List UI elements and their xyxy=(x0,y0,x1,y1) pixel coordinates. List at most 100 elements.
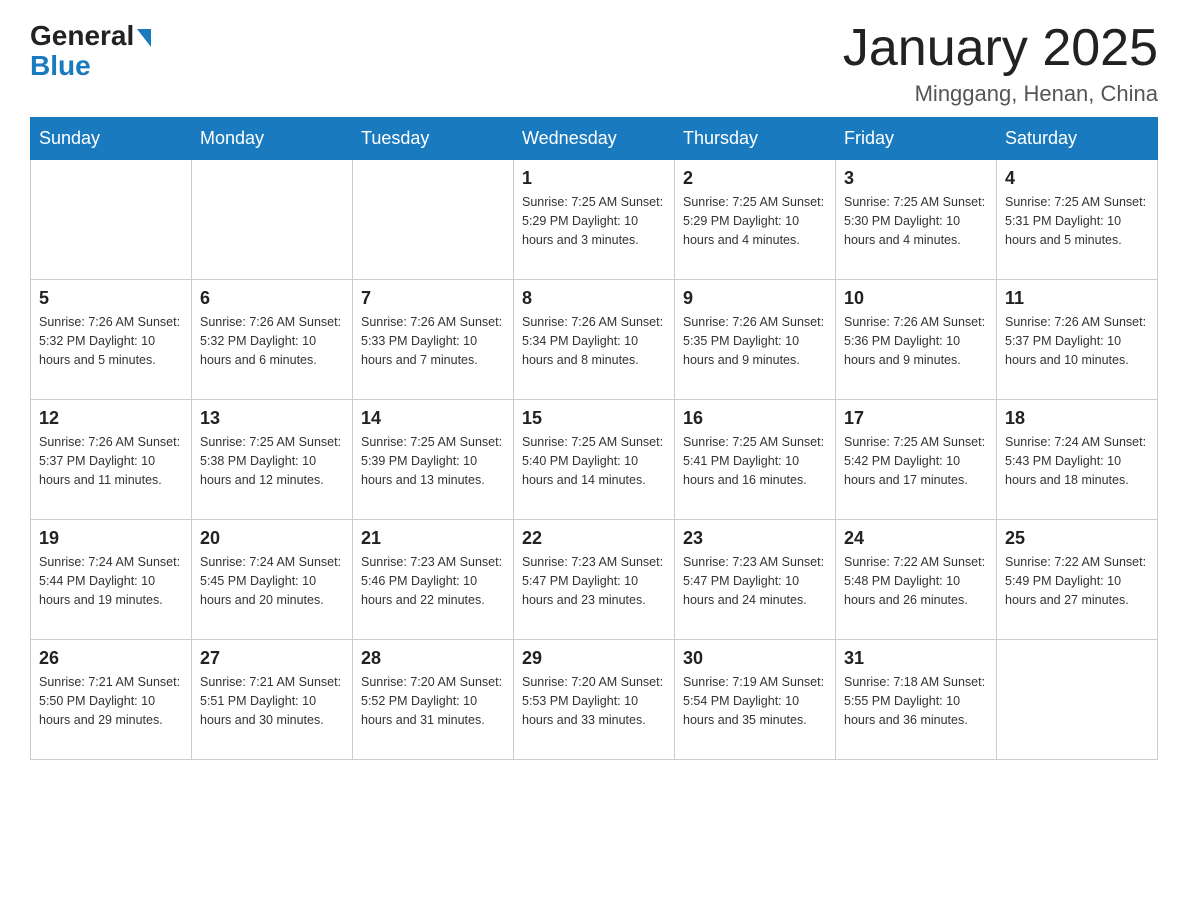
day-number: 2 xyxy=(683,168,827,189)
day-number: 24 xyxy=(844,528,988,549)
day-info: Sunrise: 7:18 AM Sunset: 5:55 PM Dayligh… xyxy=(844,673,988,729)
page-header: General Blue January 2025 Minggang, Hena… xyxy=(30,20,1158,107)
day-number: 1 xyxy=(522,168,666,189)
calendar-cell: 10Sunrise: 7:26 AM Sunset: 5:36 PM Dayli… xyxy=(836,280,997,400)
calendar-cell: 22 Sunrise: 7:23 AM Sunset: 5:47 PM Dayli… xyxy=(514,520,675,640)
calendar-header-row: SundayMondayTuesdayWednesdayThursdayFrid… xyxy=(31,118,1158,160)
logo-general-text: General xyxy=(30,20,134,52)
day-number: 5 xyxy=(39,288,183,309)
day-info: Sunrise: 7:25 AM Sunset: 5:29 PM Dayligh… xyxy=(522,193,666,249)
day-info: Sunrise: 7:25 AM Sunset: 5:39 PM Dayligh… xyxy=(361,433,505,489)
calendar-week-5: 26 Sunrise: 7:21 AM Sunset: 5:50 PM Dayli… xyxy=(31,640,1158,760)
day-number: 27 xyxy=(200,648,344,669)
calendar-week-2: 5 Sunrise: 7:26 AM Sunset: 5:32 PM Daylig… xyxy=(31,280,1158,400)
day-info: Sunrise: 7:25 AM Sunset: 5:42 PM Dayligh… xyxy=(844,433,988,489)
calendar-cell: 21 Sunrise: 7:23 AM Sunset: 5:46 PM Dayli… xyxy=(353,520,514,640)
calendar-cell: 13 Sunrise: 7:25 AM Sunset: 5:38 PM Dayli… xyxy=(192,400,353,520)
calendar-cell: 27 Sunrise: 7:21 AM Sunset: 5:51 PM Dayli… xyxy=(192,640,353,760)
day-info: Sunrise: 7:26 AM Sunset: 5:37 PM Dayligh… xyxy=(1005,313,1149,369)
calendar-subtitle: Minggang, Henan, China xyxy=(843,81,1158,107)
calendar-cell: 31 Sunrise: 7:18 AM Sunset: 5:55 PM Dayli… xyxy=(836,640,997,760)
day-info: Sunrise: 7:21 AM Sunset: 5:51 PM Dayligh… xyxy=(200,673,344,729)
day-info: Sunrise: 7:20 AM Sunset: 5:53 PM Dayligh… xyxy=(522,673,666,729)
day-number: 4 xyxy=(1005,168,1149,189)
calendar-week-4: 19Sunrise: 7:24 AM Sunset: 5:44 PM Dayli… xyxy=(31,520,1158,640)
day-info: Sunrise: 7:25 AM Sunset: 5:31 PM Dayligh… xyxy=(1005,193,1149,249)
day-number: 13 xyxy=(200,408,344,429)
calendar-cell: 26 Sunrise: 7:21 AM Sunset: 5:50 PM Dayli… xyxy=(31,640,192,760)
day-number: 6 xyxy=(200,288,344,309)
day-number: 20 xyxy=(200,528,344,549)
calendar-cell xyxy=(31,160,192,280)
calendar-cell: 30 Sunrise: 7:19 AM Sunset: 5:54 PM Dayli… xyxy=(675,640,836,760)
weekday-header-wednesday: Wednesday xyxy=(514,118,675,160)
day-info: Sunrise: 7:24 AM Sunset: 5:43 PM Dayligh… xyxy=(1005,433,1149,489)
day-info: Sunrise: 7:26 AM Sunset: 5:37 PM Dayligh… xyxy=(39,433,183,489)
calendar-cell: 19Sunrise: 7:24 AM Sunset: 5:44 PM Dayli… xyxy=(31,520,192,640)
day-info: Sunrise: 7:26 AM Sunset: 5:33 PM Dayligh… xyxy=(361,313,505,369)
day-info: Sunrise: 7:25 AM Sunset: 5:38 PM Dayligh… xyxy=(200,433,344,489)
day-number: 31 xyxy=(844,648,988,669)
day-info: Sunrise: 7:25 AM Sunset: 5:40 PM Dayligh… xyxy=(522,433,666,489)
day-number: 21 xyxy=(361,528,505,549)
calendar-cell: 24 Sunrise: 7:22 AM Sunset: 5:48 PM Dayli… xyxy=(836,520,997,640)
day-info: Sunrise: 7:23 AM Sunset: 5:47 PM Dayligh… xyxy=(683,553,827,609)
day-info: Sunrise: 7:26 AM Sunset: 5:35 PM Dayligh… xyxy=(683,313,827,369)
day-number: 19 xyxy=(39,528,183,549)
calendar-week-1: 1 Sunrise: 7:25 AM Sunset: 5:29 PM Daylig… xyxy=(31,160,1158,280)
calendar-cell: 7 Sunrise: 7:26 AM Sunset: 5:33 PM Daylig… xyxy=(353,280,514,400)
day-info: Sunrise: 7:26 AM Sunset: 5:36 PM Dayligh… xyxy=(844,313,988,369)
day-info: Sunrise: 7:23 AM Sunset: 5:47 PM Dayligh… xyxy=(522,553,666,609)
day-number: 25 xyxy=(1005,528,1149,549)
day-info: Sunrise: 7:25 AM Sunset: 5:29 PM Dayligh… xyxy=(683,193,827,249)
day-number: 7 xyxy=(361,288,505,309)
day-info: Sunrise: 7:19 AM Sunset: 5:54 PM Dayligh… xyxy=(683,673,827,729)
day-info: Sunrise: 7:23 AM Sunset: 5:46 PM Dayligh… xyxy=(361,553,505,609)
calendar-cell xyxy=(353,160,514,280)
calendar-cell: 15 Sunrise: 7:25 AM Sunset: 5:40 PM Dayli… xyxy=(514,400,675,520)
day-number: 18 xyxy=(1005,408,1149,429)
calendar-cell: 25 Sunrise: 7:22 AM Sunset: 5:49 PM Dayli… xyxy=(997,520,1158,640)
calendar-cell: 17 Sunrise: 7:25 AM Sunset: 5:42 PM Dayli… xyxy=(836,400,997,520)
calendar-cell: 6 Sunrise: 7:26 AM Sunset: 5:32 PM Daylig… xyxy=(192,280,353,400)
calendar-cell: 3Sunrise: 7:25 AM Sunset: 5:30 PM Daylig… xyxy=(836,160,997,280)
calendar-cell: 2 Sunrise: 7:25 AM Sunset: 5:29 PM Daylig… xyxy=(675,160,836,280)
calendar-cell: 8Sunrise: 7:26 AM Sunset: 5:34 PM Daylig… xyxy=(514,280,675,400)
day-number: 11 xyxy=(1005,288,1149,309)
weekday-header-thursday: Thursday xyxy=(675,118,836,160)
day-info: Sunrise: 7:21 AM Sunset: 5:50 PM Dayligh… xyxy=(39,673,183,729)
day-number: 28 xyxy=(361,648,505,669)
day-info: Sunrise: 7:22 AM Sunset: 5:48 PM Dayligh… xyxy=(844,553,988,609)
title-section: January 2025 Minggang, Henan, China xyxy=(843,20,1158,107)
day-info: Sunrise: 7:20 AM Sunset: 5:52 PM Dayligh… xyxy=(361,673,505,729)
day-info: Sunrise: 7:26 AM Sunset: 5:32 PM Dayligh… xyxy=(200,313,344,369)
weekday-header-friday: Friday xyxy=(836,118,997,160)
day-number: 30 xyxy=(683,648,827,669)
weekday-header-monday: Monday xyxy=(192,118,353,160)
logo: General Blue xyxy=(30,20,151,82)
day-info: Sunrise: 7:26 AM Sunset: 5:32 PM Dayligh… xyxy=(39,313,183,369)
day-number: 12 xyxy=(39,408,183,429)
calendar-cell: 28 Sunrise: 7:20 AM Sunset: 5:52 PM Dayli… xyxy=(353,640,514,760)
day-number: 26 xyxy=(39,648,183,669)
calendar-cell: 9 Sunrise: 7:26 AM Sunset: 5:35 PM Daylig… xyxy=(675,280,836,400)
calendar-cell: 29Sunrise: 7:20 AM Sunset: 5:53 PM Dayli… xyxy=(514,640,675,760)
day-number: 8 xyxy=(522,288,666,309)
day-info: Sunrise: 7:24 AM Sunset: 5:45 PM Dayligh… xyxy=(200,553,344,609)
weekday-header-tuesday: Tuesday xyxy=(353,118,514,160)
logo-blue-text: Blue xyxy=(30,50,91,82)
day-info: Sunrise: 7:22 AM Sunset: 5:49 PM Dayligh… xyxy=(1005,553,1149,609)
day-number: 17 xyxy=(844,408,988,429)
calendar-cell: 20 Sunrise: 7:24 AM Sunset: 5:45 PM Dayli… xyxy=(192,520,353,640)
day-number: 9 xyxy=(683,288,827,309)
calendar-cell: 4 Sunrise: 7:25 AM Sunset: 5:31 PM Daylig… xyxy=(997,160,1158,280)
calendar-cell: 14 Sunrise: 7:25 AM Sunset: 5:39 PM Dayli… xyxy=(353,400,514,520)
calendar-cell: 1 Sunrise: 7:25 AM Sunset: 5:29 PM Daylig… xyxy=(514,160,675,280)
day-number: 22 xyxy=(522,528,666,549)
logo-arrow-icon xyxy=(137,29,151,47)
calendar-title: January 2025 xyxy=(843,20,1158,77)
calendar-cell: 11 Sunrise: 7:26 AM Sunset: 5:37 PM Dayli… xyxy=(997,280,1158,400)
day-number: 15 xyxy=(522,408,666,429)
day-number: 3 xyxy=(844,168,988,189)
day-number: 14 xyxy=(361,408,505,429)
